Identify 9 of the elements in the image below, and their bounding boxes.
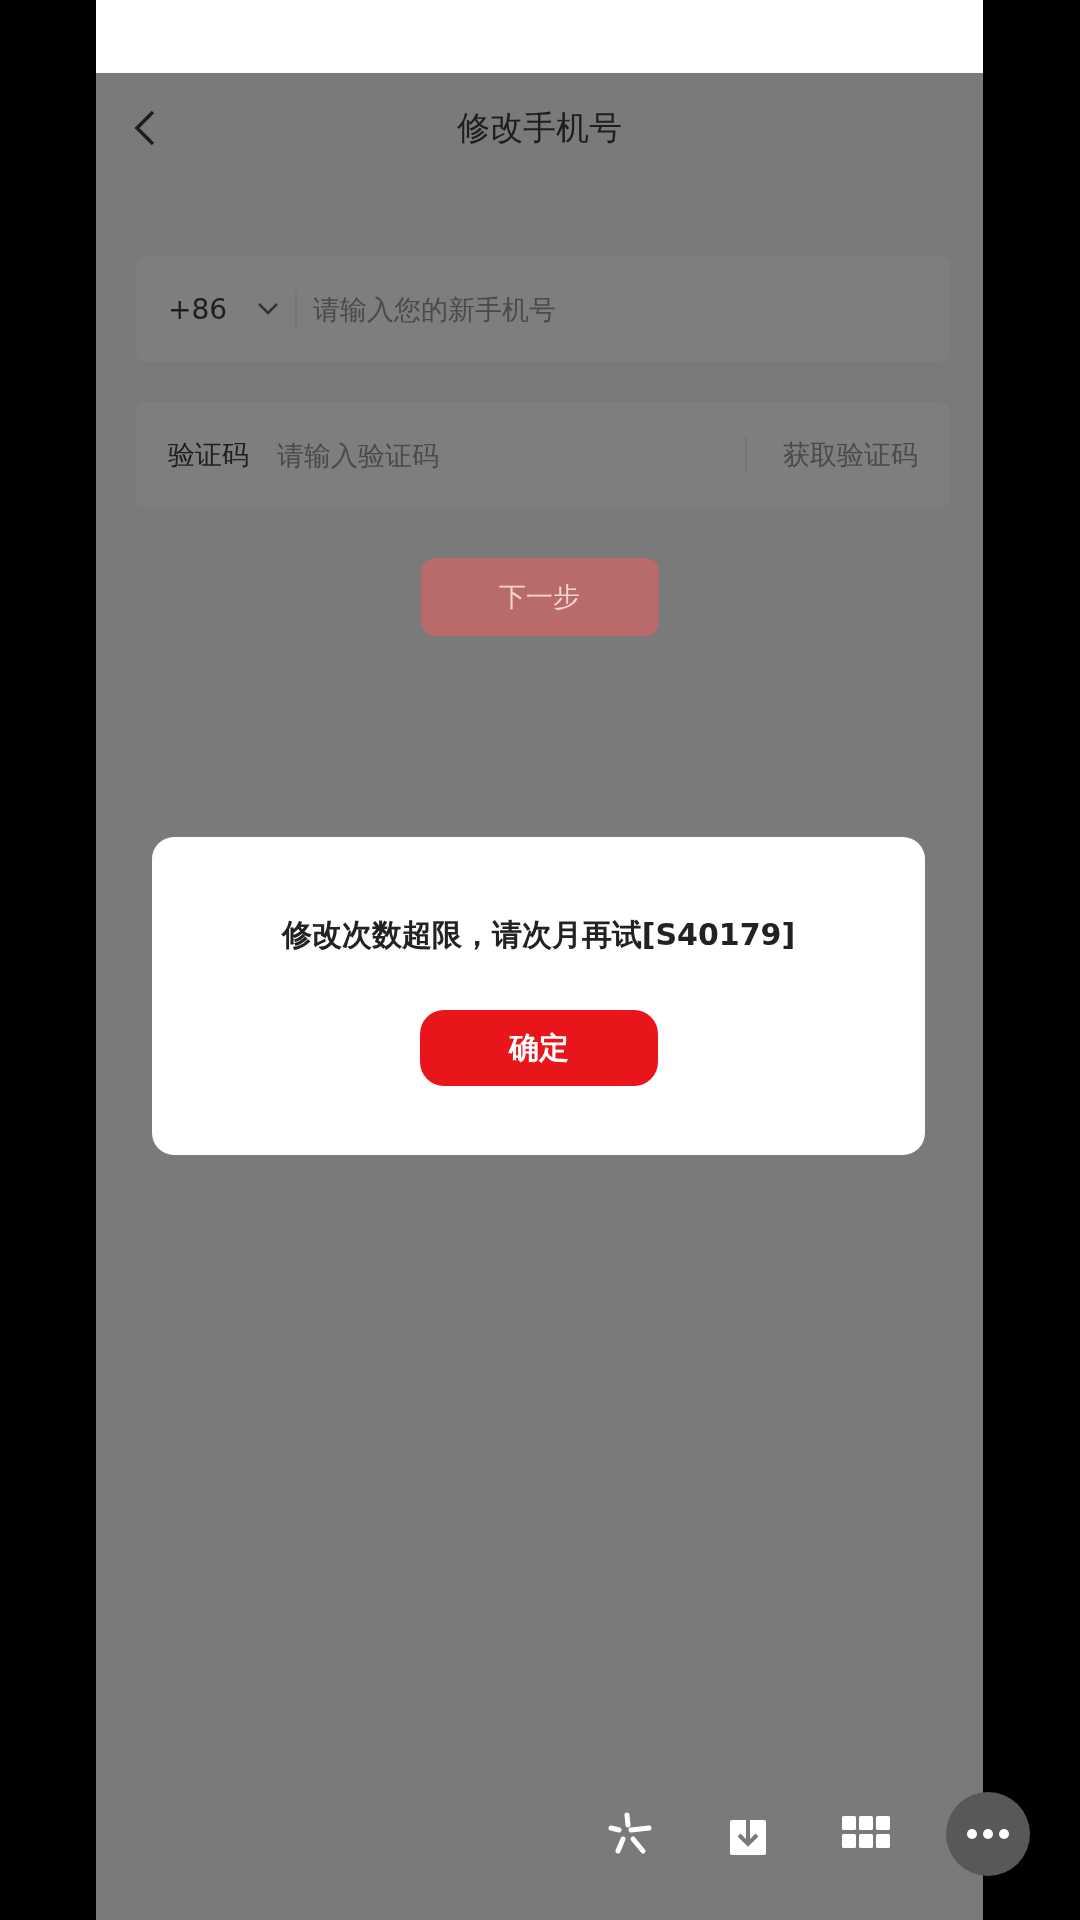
country-code-selector[interactable]: +86 xyxy=(168,292,228,326)
caret-icon[interactable] xyxy=(257,302,280,316)
field-label: 验证码 xyxy=(168,438,249,472)
confirm-button[interactable]: 确定 xyxy=(419,1010,658,1086)
dialog-message: 修改次数超限，请次月再试[S40179] xyxy=(281,916,796,954)
back-icon[interactable] xyxy=(134,110,156,146)
page-title: 修改手机号 xyxy=(457,106,622,149)
more-icon xyxy=(966,1828,1010,1840)
sparkle-icon[interactable] xyxy=(607,1811,653,1857)
